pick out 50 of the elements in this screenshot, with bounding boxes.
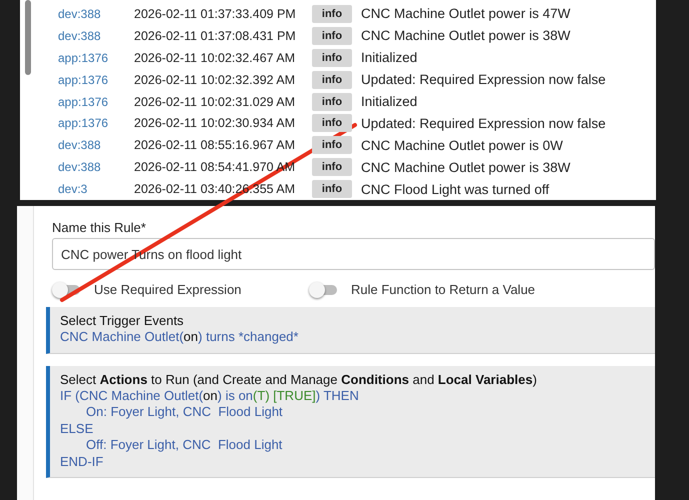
rule-line: On: Foyer Light, CNC Flood Light	[85, 405, 284, 420]
level-badge: info	[312, 158, 352, 176]
log-message: CNC Machine Outlet power is 0W	[361, 138, 563, 153]
log-message: Initialized	[361, 94, 418, 109]
log-source-link[interactable]: dev:3	[58, 182, 134, 196]
level-badge: info	[312, 136, 352, 154]
level-badge: info	[312, 70, 352, 89]
level-badge: info	[312, 26, 352, 45]
log-source-link[interactable]: app:1376	[58, 72, 134, 87]
log-source-link[interactable]: dev:388	[58, 138, 134, 152]
rule-section[interactable]: Select Trigger Events CNC Machine Outlet(on) turns *changed*	[46, 307, 655, 354]
scrollbar[interactable]	[25, 0, 31, 75]
log-source-link[interactable]: app:1376	[58, 116, 134, 130]
log-message: CNC Machine Outlet power is 38W	[361, 160, 570, 175]
log-message: Initialized	[361, 50, 418, 66]
log-timestamp: 2026-02-11 10:02:32.392 AM	[134, 72, 296, 87]
log-timestamp: 2026-02-11 01:37:33.409 PM	[134, 6, 297, 21]
log-timestamp: 2026-02-11 08:55:16.967 AM	[134, 138, 296, 152]
level-badge: info	[312, 180, 352, 198]
section-title: Select Actions to Run (and Create and Manage Conditions and Local Variables)	[60, 372, 538, 386]
log-source-link[interactable]: app:1376	[58, 50, 134, 65]
log-timestamp: 2026-02-11 10:02:30.934 AM	[134, 116, 296, 130]
rule-section[interactable]	[46, 366, 655, 478]
level-badge: info	[312, 4, 352, 23]
toggle-label: Use Required Expression	[94, 282, 242, 297]
log-message: CNC Machine Outlet power is 47W	[361, 6, 570, 22]
rule-line: END-IF	[60, 454, 104, 469]
log-message: Updated: Required Expression now false	[361, 116, 606, 131]
log-source-link[interactable]: dev:388	[58, 160, 134, 174]
log-timestamp: 2026-02-11 10:02:31.029 AM	[134, 94, 296, 108]
level-badge: info	[312, 114, 352, 132]
rule-line: CNC Machine Outlet(on) turns *changed*	[60, 330, 300, 344]
log-timestamp: 2026-02-11 01:37:08.431 PM	[134, 28, 297, 43]
field-label: Name this Rule*	[52, 220, 147, 235]
log-source-link[interactable]: app:1376	[58, 94, 134, 108]
level-badge: info	[312, 48, 352, 67]
log-source-link[interactable]: dev:388	[58, 28, 134, 43]
rule-line: IF (CNC Machine Outlet(on) is on(T) [TRUE]) THEN	[60, 388, 360, 403]
toggle-label: Rule Function to Return a Value	[351, 282, 536, 297]
toggle-switch[interactable]	[311, 284, 337, 294]
log-message: CNC Machine Outlet power is 38W	[361, 28, 570, 44]
rule-line: ELSE	[60, 422, 94, 436]
section-title: Select Trigger Events	[60, 313, 185, 328]
toggle-switch[interactable]	[54, 284, 80, 294]
log-source-link[interactable]: dev:388	[58, 6, 134, 21]
log-timestamp: 2026-02-11 10:02:32.467 AM	[134, 50, 296, 65]
level-badge: info	[312, 92, 352, 110]
log-message: CNC Flood Light was turned off	[361, 182, 550, 197]
log-message: Updated: Required Expression now false	[361, 72, 606, 88]
rule-line: Off: Foyer Light, CNC Flood Light	[85, 438, 284, 452]
